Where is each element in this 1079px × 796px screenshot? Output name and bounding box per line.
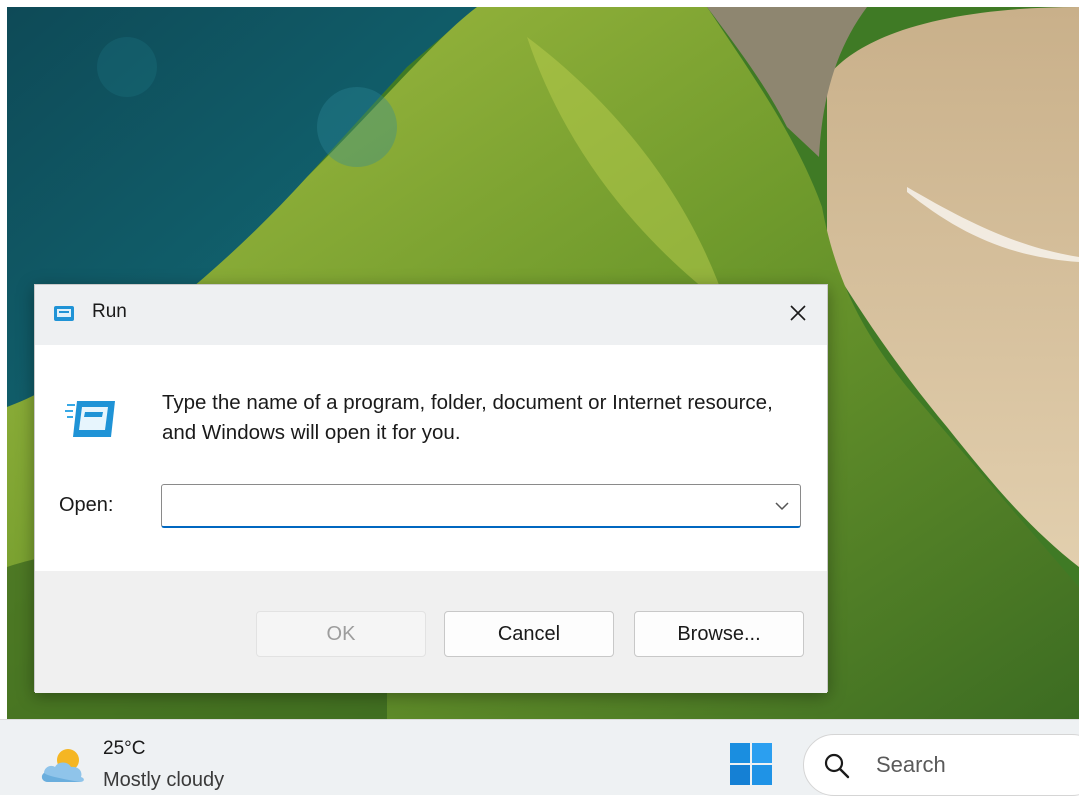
taskbar-search-box[interactable]: Search (803, 734, 1079, 796)
dialog-footer: OK Cancel Browse... (35, 571, 827, 693)
windows-start-icon[interactable] (729, 742, 773, 786)
open-input[interactable] (168, 491, 762, 523)
run-app-icon (61, 397, 119, 441)
close-button[interactable] (769, 285, 827, 345)
cancel-button[interactable]: Cancel (444, 611, 614, 657)
open-combobox[interactable] (161, 484, 801, 528)
close-icon (788, 303, 808, 327)
weather-temperature: 25°C (103, 738, 146, 759)
run-app-icon (51, 303, 77, 325)
dialog-body (35, 345, 827, 571)
chevron-down-icon[interactable] (772, 497, 792, 515)
weather-condition: Mostly cloudy (103, 769, 225, 791)
run-dialog: Run Type the name of a program, folder, … (34, 284, 828, 693)
taskbar: 25°C Mostly cloudy Search (0, 719, 1079, 796)
weather-cloud-sun-icon (38, 746, 90, 788)
search-icon (824, 753, 850, 779)
dialog-description: Type the name of a program, folder, docu… (162, 391, 773, 444)
dialog-title: Run (92, 301, 127, 322)
open-label: Open: (59, 494, 114, 516)
title-bar[interactable]: Run (35, 285, 827, 345)
browse-button[interactable]: Browse... (634, 611, 804, 657)
search-placeholder: Search (876, 752, 946, 777)
ok-button[interactable]: OK (256, 611, 426, 657)
